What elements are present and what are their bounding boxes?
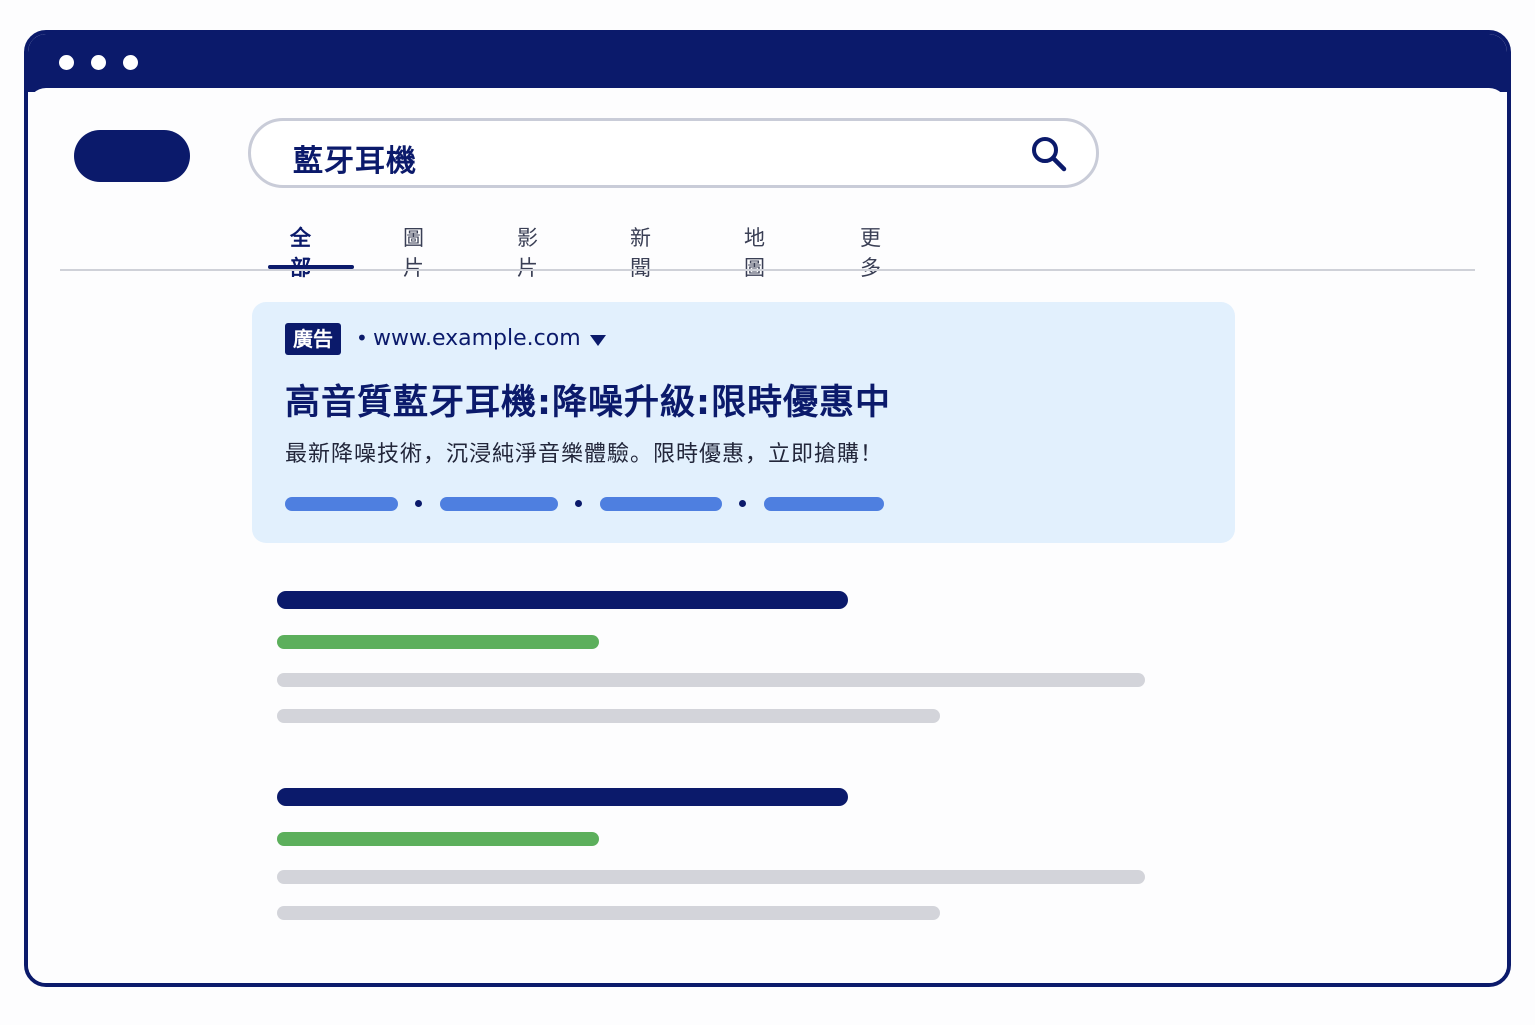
result-snippet-line bbox=[277, 906, 940, 920]
result-snippet-line bbox=[277, 709, 940, 723]
window-dot-2[interactable] bbox=[91, 55, 106, 70]
sitelink-separator bbox=[739, 500, 746, 507]
result-url[interactable] bbox=[277, 832, 599, 846]
search-icon[interactable] bbox=[1030, 135, 1068, 173]
window-dot-3[interactable] bbox=[123, 55, 138, 70]
ad-url[interactable]: www.example.com bbox=[373, 326, 581, 351]
result-title[interactable] bbox=[277, 591, 848, 609]
ad-description: 最新降噪技術，沉浸純淨音樂體驗。限時優惠，立即搶購！ bbox=[285, 442, 884, 467]
ad-title[interactable]: 高音質藍牙耳機:降噪升級:限時優惠中 bbox=[285, 374, 891, 425]
tab-more[interactable]: 更多 bbox=[860, 222, 881, 280]
sitelink-separator bbox=[575, 500, 582, 507]
ad-sitelink-3[interactable] bbox=[600, 497, 722, 511]
ad-result: 廣告 • www.example.com 高音質藍牙耳機:降噪升級:限時優惠中 … bbox=[252, 302, 1235, 543]
logo[interactable] bbox=[74, 130, 190, 182]
title-bar bbox=[28, 34, 1507, 92]
tab-images[interactable]: 圖片 bbox=[403, 222, 424, 280]
result-title[interactable] bbox=[277, 788, 848, 806]
search-box[interactable]: 藍牙耳機 bbox=[248, 118, 1099, 188]
result-snippet-line bbox=[277, 673, 1145, 687]
result-url[interactable] bbox=[277, 635, 599, 649]
ad-badge: 廣告 bbox=[285, 323, 341, 355]
url-separator: • bbox=[356, 326, 368, 350]
tab-videos[interactable]: 影片 bbox=[517, 222, 538, 280]
page-content: 藍牙耳機 全部 圖片 影片 新聞 地圖 更多 廣告 • www.example.… bbox=[28, 88, 1507, 983]
ad-sitelink-1[interactable] bbox=[285, 497, 398, 511]
tab-all[interactable]: 全部 bbox=[290, 222, 311, 280]
search-input[interactable]: 藍牙耳機 bbox=[293, 136, 417, 180]
ad-sitelink-4[interactable] bbox=[764, 497, 884, 511]
caret-down-icon[interactable] bbox=[590, 335, 606, 346]
tabs-divider bbox=[60, 269, 1475, 271]
result-snippet-line bbox=[277, 870, 1145, 884]
sitelink-separator bbox=[415, 500, 422, 507]
tab-news[interactable]: 新聞 bbox=[630, 222, 651, 280]
browser-window: 藍牙耳機 全部 圖片 影片 新聞 地圖 更多 廣告 • www.example.… bbox=[24, 30, 1511, 987]
ad-sitelink-2[interactable] bbox=[440, 497, 558, 511]
window-dot-1[interactable] bbox=[59, 55, 74, 70]
tab-maps[interactable]: 地圖 bbox=[744, 222, 765, 280]
